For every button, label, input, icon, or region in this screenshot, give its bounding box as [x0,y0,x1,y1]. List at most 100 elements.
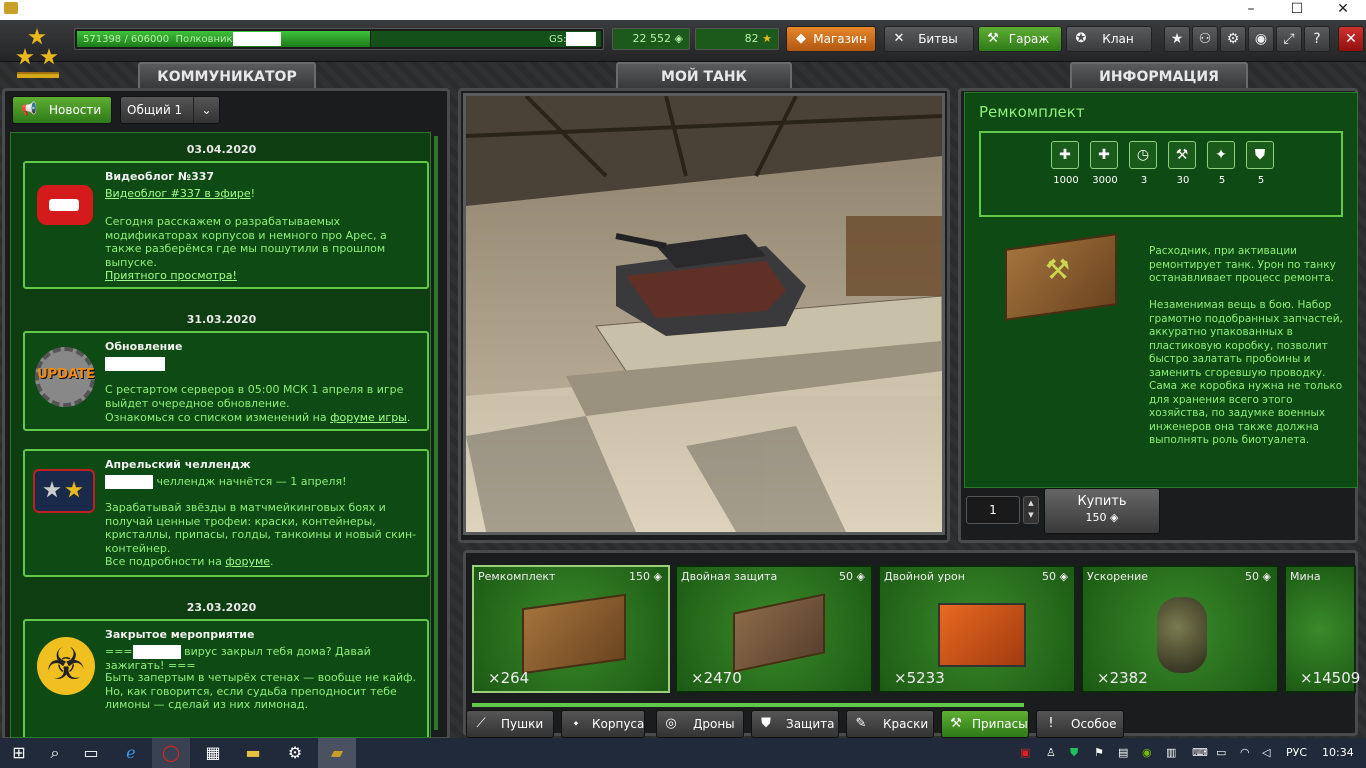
file-explorer-icon[interactable]: ▬ [234,738,272,768]
medal-icon: ✪ [1075,31,1087,46]
news-footer-link[interactable]: Приятного просмотра! [105,269,237,282]
clan-button[interactable]: ✪ Клан [1066,26,1152,52]
gun-icon: ⟋ [476,716,486,731]
game-area: 571398 / 606000 Полковник GS: 22 552 ◈ 8… [0,20,1366,740]
wrench-icon: ⚒ [987,31,999,46]
tray-drive-icon[interactable]: ▤ [1118,746,1128,759]
tab-supplies[interactable]: ⚒ Припасы [941,710,1029,738]
crystal-icon: ◈ [1059,570,1068,583]
search-icon[interactable]: ⌕ [36,738,74,768]
duration-clock-icon: ◷ [1129,141,1157,169]
tab-drones[interactable]: ◎ Дроны [656,710,744,738]
xp-value: 571398 / 606000 [83,34,170,45]
news-card: ☣ Закрытое мероприятие === вирус закрыл … [23,619,429,737]
volume-icon[interactable]: ◁ [1262,746,1270,759]
tray-nvidia-icon[interactable]: ◉ [1142,746,1152,759]
tab-paints[interactable]: ✎ Краски [846,710,934,738]
tab-guns[interactable]: ⟋ Пушки [466,710,554,738]
crystal-icon: ◈ [1110,511,1119,524]
news-feed[interactable]: 03.04.2020 Видеоблог №337 Видеоблог #337… [10,132,431,738]
supply-slot-double-armor[interactable]: Двойная защита 50 ◈ ×2470 [675,565,873,693]
garage-scene [466,96,942,532]
supply-slot-repair-kit[interactable]: Ремкомплект 150 ◈ ×264 [472,565,670,693]
shop-button[interactable]: ◆ Магазин [786,26,876,52]
input-language[interactable]: РУС [1286,746,1307,759]
edge-browser-icon[interactable]: ℯ [112,738,150,768]
challenges-star-button[interactable]: ★ [1164,26,1190,52]
sound-button[interactable]: ◉ [1248,26,1274,52]
damage-timer-icon: ✦ [1207,141,1235,169]
nitro-canister-icon [1157,597,1207,673]
news-date: 31.03.2020 [186,313,257,326]
wifi-icon[interactable]: ◠ [1240,746,1250,759]
friends-button[interactable]: ⚇ [1192,26,1218,52]
news-body: С рестартом серверов в 05:00 МСК 1 апрел… [105,383,404,410]
quantity-input[interactable]: 1 [966,496,1020,524]
tray-flag-icon[interactable]: ⚑ [1094,746,1104,759]
hull-icon: ⬩ [573,716,579,731]
item-description: Расходник, при активации ремонтирует тан… [1149,245,1336,284]
tray-battery-icon[interactable]: ▭ [1216,746,1226,759]
battles-button[interactable]: ✕ Битвы [884,26,974,52]
task-view-icon[interactable]: ▭ [72,738,110,768]
wrench-icon: ⚒ [950,716,962,731]
buy-price: 150 [1085,511,1107,524]
property: ⛊ 5 [1246,141,1276,186]
windows-start-icon[interactable]: ⊞ [0,738,38,768]
maximize-button[interactable]: ☐ [1274,0,1320,20]
clock[interactable]: 10:34 [1322,746,1354,759]
quantity-stepper[interactable]: ▲ ▼ [1023,496,1039,524]
repair-hp-icon: ✚ [1051,141,1079,169]
challenge-stars-icon [31,461,101,531]
tray-storage-icon[interactable]: ▥ [1166,746,1176,759]
close-window-button[interactable]: ✕ [1320,0,1366,20]
buy-button[interactable]: Купить 150 ◈ [1044,488,1160,534]
crystals-counter: 22 552 ◈ [612,28,690,50]
tray-shield-icon[interactable]: ⛊ [1070,746,1078,760]
tanki-game-icon[interactable]: ▰ [318,738,356,768]
brush-icon: ✎ [855,716,867,731]
help-button[interactable]: ? [1304,26,1330,52]
shield-armor-icon [733,593,825,673]
shelf-scrollbar[interactable] [472,703,1024,707]
tray-keyboard-icon[interactable]: ⌨ [1192,746,1208,759]
tab-protection[interactable]: ⛊ Защита [751,710,839,738]
news-date: 23.03.2020 [186,601,257,614]
supply-slot-mine[interactable]: Мина ×14509 [1284,565,1360,693]
fullscreen-button[interactable]: ⤢ [1276,26,1302,52]
app-icon [4,2,18,14]
calculator-icon[interactable]: ▦ [194,738,232,768]
tray-person-icon[interactable]: ♙ [1046,746,1056,759]
chevron-down-icon: ⌄ [193,97,219,123]
item-info-box: Ремкомплект ✚ 1000 ✚ 3000 ◷ 3 ⚒ 30 ✦ 5 ⛊ 5 ⚒ Р… [964,92,1358,488]
settings-icon[interactable]: ⚙ [276,738,314,768]
redacted-text [105,357,165,371]
news-link[interactable]: Видеоблог #337 в эфире [105,187,251,200]
news-scrollbar[interactable] [434,136,438,730]
settings-gear-icon[interactable]: ⚙ [1220,26,1246,52]
news-date: 03.04.2020 [186,143,257,156]
redacted-nickname [232,32,281,46]
tab-hulls[interactable]: ⬩ Корпуса [561,710,645,738]
tab-special[interactable]: ! Особое [1036,710,1124,738]
supply-slot-speed-boost[interactable]: Ускорение 50 ◈ ×2382 [1081,565,1279,693]
garage-button[interactable]: ⚒ Гараж [978,26,1062,52]
tray-app-icon[interactable]: ▣ [1020,746,1030,759]
minimize-button[interactable]: – [1228,0,1274,20]
news-title: Обновление [105,340,183,353]
news-footer-link[interactable]: форуме [225,555,270,568]
channel-select[interactable]: Общий 1 ⌄ [120,96,220,124]
exit-button[interactable]: ✕ [1338,26,1364,52]
gs-label: GS: [549,34,567,45]
crystal-icon: ◈ [674,32,683,45]
tank-preview-viewport[interactable] [463,93,945,535]
biohazard-icon: ☣ [31,631,101,701]
news-footer-link[interactable]: форуме игры [330,411,407,424]
news-button[interactable]: 📢 Новости [12,96,112,124]
information-tab: ИНФОРМАЦИЯ [1070,62,1248,90]
news-title: Апрельский челлендж [105,458,251,471]
crossed-guns-icon: ✕ [893,31,905,46]
supply-slot-double-damage[interactable]: Двойной урон 50 ◈ ×5233 [878,565,1076,693]
diamond-icon: ◆ [796,31,806,46]
opera-browser-icon[interactable]: ◯ [152,738,190,768]
